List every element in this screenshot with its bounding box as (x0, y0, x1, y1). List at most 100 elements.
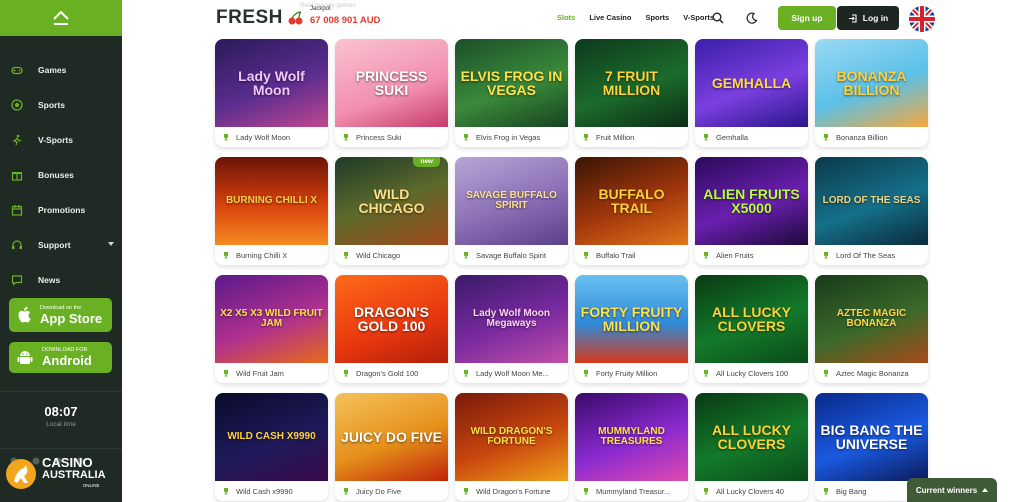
sidebar-item-bonuses[interactable]: Bonuses (0, 157, 122, 192)
game-card[interactable]: ALL LUCKY CLOVERS All Lucky Clovers 100 (695, 275, 808, 383)
sidebar-item-games[interactable]: Games (0, 52, 122, 87)
search-icon[interactable] (712, 12, 724, 24)
sidebar-collapse-button[interactable] (0, 0, 122, 36)
game-thumbnail[interactable]: ALL LUCKY CLOVERS (695, 393, 808, 481)
android-download-button[interactable]: DOWNLOAD FOR Android (9, 342, 112, 373)
local-time-label: Local time (46, 421, 76, 428)
game-thumbnail[interactable]: BURNING CHILLI X (215, 157, 328, 245)
game-card[interactable]: Lady Wolf Moon Megaways Lady Wolf Moon Me… (455, 275, 568, 383)
moon-icon[interactable] (746, 12, 758, 24)
trophy-icon (224, 488, 228, 495)
game-name: Aztec Magic Bonanza (836, 368, 909, 378)
game-thumbnail[interactable]: X2 X5 X3 WILD FRUIT JAM (215, 275, 328, 363)
game-thumbnail[interactable]: LORD OF THE SEAS (815, 157, 928, 245)
game-name: Wild Chicago (356, 250, 401, 260)
trophy-icon (584, 488, 588, 495)
sidebar-item-label: Bonuses (38, 169, 74, 180)
game-thumbnail[interactable]: Lady Wolf Moon (215, 39, 328, 127)
game-artwork-title: ALL LUCKY CLOVERS (711, 421, 792, 452)
sign-up-button[interactable]: Sign up (778, 6, 836, 30)
nav-slots[interactable]: Slots (557, 13, 575, 22)
game-thumbnail[interactable]: BIG BANG THE UNIVERSE (815, 393, 928, 481)
game-thumbnail[interactable]: BUFFALO TRAIL (575, 157, 688, 245)
trophy-icon (584, 252, 588, 259)
game-thumbnail[interactable]: ALIEN FRUITS X5000 (695, 157, 808, 245)
game-meta: Princess Suki (335, 127, 448, 147)
game-name: Gemhalla (716, 132, 749, 142)
game-artwork-title: BONANZA BILLION (836, 67, 907, 98)
sidebar-item-label: Sports (38, 99, 65, 110)
game-card[interactable]: Lady Wolf Moon Lady Wolf Moon (215, 39, 328, 147)
app-store-button[interactable]: Download on the App Store (9, 298, 112, 332)
game-card[interactable]: PRINCESS SUKI Princess Suki (335, 39, 448, 147)
game-card[interactable]: GEMHALLA Gemhalla (695, 39, 808, 147)
current-winners-button[interactable]: Current winners (907, 478, 997, 502)
casino-australia-logo: CASINO AUSTRALIA ONLINE (4, 452, 122, 496)
sidebar-item-label: Promotions (38, 204, 86, 215)
game-thumbnail[interactable]: WILD DRAGON'S FORTUNE (455, 393, 568, 481)
game-card[interactable]: ELVIS FROG IN VEGAS Elvis Frog in Vegas (455, 39, 568, 147)
game-artwork-title: PRINCESS SUKI (355, 67, 428, 98)
game-thumbnail[interactable]: PRINCESS SUKI (335, 39, 448, 127)
game-thumbnail[interactable]: FORTY FRUITY MILLION (575, 275, 688, 363)
game-card[interactable]: BURNING CHILLI X Burning Chilli X (215, 157, 328, 265)
game-name: Princess Suki (356, 132, 402, 142)
nav-v-sports[interactable]: V-Sports (683, 13, 714, 22)
game-card[interactable]: DRAGON'S GOLD 100 Dragon's Gold 100 (335, 275, 448, 383)
local-clock: 08:07 Local time (0, 404, 122, 428)
game-card[interactable]: BUFFALO TRAIL Buffalo Trail (575, 157, 688, 265)
fresh-logo[interactable]: FRESH (216, 7, 283, 29)
game-thumbnail[interactable]: WILD CASH X9990 (215, 393, 328, 481)
game-thumbnail[interactable]: DRAGON'S GOLD 100 (335, 275, 448, 363)
sidebar-item-promotions[interactable]: Promotions (0, 192, 122, 227)
game-artwork-title: WILD DRAGON'S FORTUNE (470, 425, 553, 447)
game-card[interactable]: AZTEC MAGIC BONANZA Aztec Magic Bonanza (815, 275, 928, 383)
game-thumbnail[interactable]: Lady Wolf Moon Megaways (455, 275, 568, 363)
nav-sports[interactable]: Sports (645, 13, 669, 22)
game-thumbnail[interactable]: ALL LUCKY CLOVERS (695, 275, 808, 363)
game-thumbnail[interactable]: AZTEC MAGIC BONANZA (815, 275, 928, 363)
log-in-button[interactable]: Log in (837, 6, 899, 30)
game-card[interactable]: FORTY FRUITY MILLION Forty Fruity Million (575, 275, 688, 383)
game-meta: Gemhalla (695, 127, 808, 147)
game-card[interactable]: WILD CASH X9990 Wild Cash x9990 (215, 393, 328, 501)
game-card[interactable]: ALL LUCKY CLOVERS All Lucky Clovers 40 (695, 393, 808, 501)
trophy-icon (464, 488, 468, 495)
game-meta: Savage Buffalo Spirit (455, 245, 568, 265)
game-card[interactable]: MUMMYLAND TREASURES Mummyland Treasur... (575, 393, 688, 501)
game-name: Bonanza Billion (836, 132, 888, 142)
cherry-logo-icon (288, 11, 303, 25)
trophy-icon (224, 252, 228, 259)
sidebar-item-news[interactable]: News (0, 262, 122, 297)
game-thumbnail[interactable]: ELVIS FROG IN VEGAS (455, 39, 568, 127)
game-card[interactable]: ALIEN FRUITS X5000 Alien Fruits (695, 157, 808, 265)
sidebar-item-sports[interactable]: Sports (0, 87, 122, 122)
game-artwork-title: Lady Wolf Moon Megaways (472, 307, 551, 329)
uk-flag-icon[interactable] (909, 6, 935, 32)
game-thumbnail[interactable]: 7 FRUIT MILLION (575, 39, 688, 127)
game-thumbnail[interactable]: WILD CHICAGO (335, 157, 448, 245)
game-thumbnail[interactable]: MUMMYLAND TREASURES (575, 393, 688, 481)
nav-live-casino[interactable]: Live Casino (589, 13, 631, 22)
sidebar-item-v-sports[interactable]: V-Sports (0, 122, 122, 157)
game-card[interactable]: 7 FRUIT MILLION Fruit Million (575, 39, 688, 147)
game-card[interactable]: LORD OF THE SEAS Lord Of The Seas (815, 157, 928, 265)
game-card[interactable]: BONANZA BILLION Bonanza Billion (815, 39, 928, 147)
runner-icon (13, 134, 22, 145)
game-artwork-title: WILD CHICAGO (358, 185, 425, 216)
game-card[interactable]: WILD CHICAGO new Wild Chicago (335, 157, 448, 265)
game-card[interactable]: WILD DRAGON'S FORTUNE Wild Dragon's Fortu… (455, 393, 568, 501)
chevron-down-icon (108, 242, 114, 246)
game-thumbnail[interactable]: JUICY DO FIVE (335, 393, 448, 481)
game-meta: Dragon's Gold 100 (335, 363, 448, 383)
game-thumbnail[interactable]: BONANZA BILLION (815, 39, 928, 127)
sidebar-item-support[interactable]: Support (0, 227, 122, 262)
game-thumbnail[interactable]: SAVAGE BUFFALO SPIRIT (455, 157, 568, 245)
game-artwork-title: BIG BANG THE UNIVERSE (820, 421, 923, 452)
game-card[interactable]: X2 X5 X3 WILD FRUIT JAM Wild Fruit Jam (215, 275, 328, 383)
game-thumbnail[interactable]: GEMHALLA (695, 39, 808, 127)
game-artwork-title: BUFFALO TRAIL (598, 185, 665, 216)
casino-logo-line2: AUSTRALIA (42, 468, 106, 481)
game-card[interactable]: JUICY DO FIVE Juicy Do Five (335, 393, 448, 501)
game-card[interactable]: SAVAGE BUFFALO SPIRIT Savage Buffalo Spir… (455, 157, 568, 265)
